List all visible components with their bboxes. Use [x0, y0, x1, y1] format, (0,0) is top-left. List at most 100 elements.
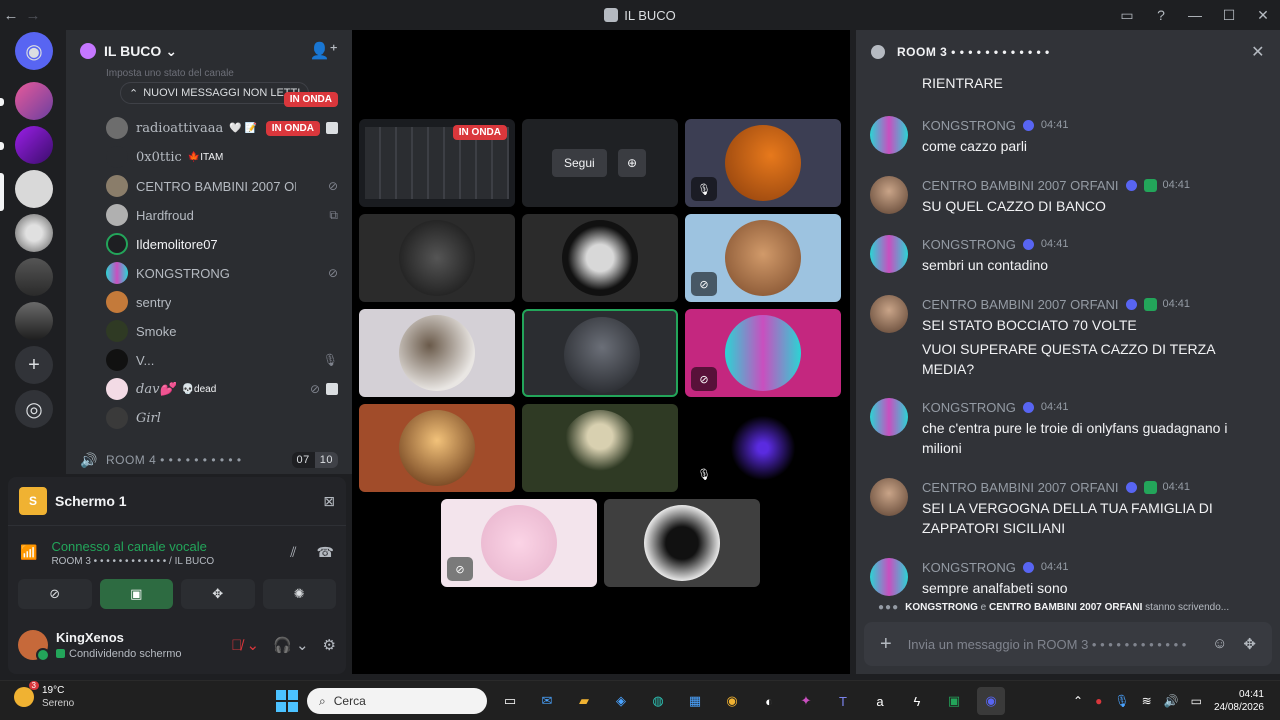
voice-member[interactable]: 0x0ttic 🍁ITAM [106, 144, 338, 170]
video-tile[interactable]: ⊘ [685, 309, 841, 397]
server-icon-2[interactable] [15, 126, 53, 164]
mute-mic-icon[interactable]: 🎙̸ ⌄ [231, 636, 259, 654]
amazon-icon[interactable]: a [866, 687, 894, 715]
maximize-icon[interactable]: ☐ [1212, 7, 1246, 24]
avatar[interactable] [870, 478, 908, 516]
message-author[interactable]: CENTRO BAMBINI 2007 ORFANI [922, 480, 1119, 495]
soundboard-button[interactable]: ✺ [262, 579, 336, 609]
minimize-icon[interactable]: — [1178, 7, 1212, 23]
message-author[interactable]: KONGSTRONG [922, 560, 1016, 575]
task-view-icon[interactable]: ▭ [496, 687, 524, 715]
avatar[interactable] [870, 176, 908, 214]
server-icon-4[interactable] [15, 214, 53, 252]
chat-message[interactable]: CENTRO BAMBINI 2007 ORFANI 04:41 SEI LA VE… [870, 478, 1266, 538]
video-tile[interactable] [522, 404, 678, 492]
server-icon-6[interactable] [15, 302, 53, 340]
message-author[interactable]: CENTRO BAMBINI 2007 ORFANI [922, 297, 1119, 312]
video-tile[interactable] [604, 499, 760, 587]
invite-member-icon[interactable]: 👤⁺ [310, 41, 338, 61]
battery-icon[interactable]: ▭ [1191, 694, 1202, 708]
close-chat-icon[interactable]: ✕ [1251, 42, 1265, 62]
add-server-icon[interactable]: + [15, 346, 53, 384]
settings-gear-icon[interactable]: ⚙ [323, 636, 336, 654]
voice-member[interactable]: dav💕 💀dead ⊘ [106, 376, 338, 402]
message-author[interactable]: KONGSTRONG [922, 118, 1016, 133]
weather-widget[interactable]: 3 19°C Sereno [14, 681, 74, 709]
back-arrow-icon[interactable]: ← [0, 7, 22, 24]
stream-tile[interactable]: IN ONDA [359, 119, 515, 207]
video-tile[interactable] [359, 404, 515, 492]
voice-member[interactable]: V... 🎙 [106, 347, 338, 373]
steam-icon[interactable]: ◐ [755, 687, 783, 715]
camera-off-button[interactable]: ⊘ [18, 579, 92, 609]
avatar[interactable] [870, 235, 908, 273]
avatar[interactable] [870, 295, 908, 333]
emoji-icon[interactable]: ☺ [1212, 635, 1227, 653]
channel-status-hint[interactable]: Imposta uno stato del canale [106, 68, 234, 79]
follow-stream-button[interactable]: Segui [552, 149, 607, 177]
avatar[interactable] [870, 116, 908, 154]
screen-share-button[interactable]: ▣ [99, 579, 173, 609]
chat-message[interactable]: KONGSTRONG 04:41 sembri un contadino [870, 235, 1266, 275]
voice-status[interactable]: Connesso al canale vocale [51, 539, 214, 554]
clock[interactable]: 04:41 24/08/2026 [1214, 688, 1264, 714]
wifi-icon[interactable]: ≋ [1142, 694, 1152, 708]
server-header[interactable]: IL BUCO ⌄ 👤⁺ [66, 30, 352, 72]
voice-member[interactable]: CENTRO BAMBINI 2007 ORFA... ⊘ [106, 173, 338, 199]
message-composer[interactable]: + Invia un messaggio in ROOM 3 • • • • •… [864, 622, 1272, 666]
voice-member[interactable]: KONGSTRONG ⊘ [106, 260, 338, 286]
watch-stream-icon[interactable]: ⊕ [618, 149, 646, 177]
add-attachment-icon[interactable]: + [880, 633, 892, 656]
server-icon-il-buco[interactable] [15, 170, 53, 208]
discord-taskbar-icon[interactable]: ◉ [977, 687, 1005, 715]
voice-member[interactable]: Ildemolitore07 [106, 231, 338, 257]
chrome-icon[interactable]: ◉ [718, 687, 746, 715]
voice-member[interactable]: Smoke [106, 318, 338, 344]
explore-servers-icon[interactable]: ◎ [15, 390, 53, 428]
volume-icon[interactable]: 🔊 [1164, 694, 1179, 708]
video-tile[interactable] [359, 309, 515, 397]
voice-member[interactable]: Girl [106, 405, 338, 431]
server-icon-5[interactable] [15, 258, 53, 296]
start-menu-icon[interactable] [276, 690, 298, 712]
video-tile[interactable] [359, 214, 515, 302]
server-icon-1[interactable] [15, 82, 53, 120]
signal-icon[interactable]: 📶 [20, 544, 37, 561]
dropbox-icon[interactable]: ◈ [607, 687, 635, 715]
voice-channel-label[interactable]: ROOM 3 • • • • • • • • • • • • / IL BUCO [51, 556, 214, 567]
voice-member[interactable]: Hardfroud ⧉ [106, 202, 338, 228]
message-input[interactable]: Invia un messaggio in ROOM 3 • • • • • •… [908, 637, 1187, 652]
video-tile-speaking[interactable] [522, 309, 678, 397]
noise-suppression-icon[interactable]: ⫽ [290, 544, 296, 561]
chat-message[interactable]: KONGSTRONG 04:41 come cazzo parli [870, 116, 1266, 156]
avatar[interactable] [18, 630, 50, 662]
tray-app-icon[interactable]: ● [1095, 694, 1102, 708]
chevron-up-icon[interactable]: ⌃ [1073, 694, 1083, 708]
video-tile[interactable]: 🎙 [685, 404, 841, 492]
chat-message[interactable]: KONGSTRONG 04:41 che c'entra pure le troie… [870, 398, 1266, 458]
video-tile[interactable]: ⊘ [685, 214, 841, 302]
video-tile[interactable]: ⊘ [441, 499, 597, 587]
taskbar-search[interactable]: ⌕ Cerca [307, 688, 487, 714]
avatar[interactable] [870, 558, 908, 596]
video-tile[interactable]: 🎙 [685, 119, 841, 207]
bolt-app-icon[interactable]: ϟ [903, 687, 931, 715]
message-author[interactable]: CENTRO BAMBINI 2007 ORFANI [922, 178, 1119, 193]
help-icon[interactable]: ? [1144, 7, 1178, 23]
headphones-icon[interactable]: 🎧 ⌄ [273, 636, 308, 654]
copilot-icon[interactable]: ✦ [792, 687, 820, 715]
store-icon[interactable]: ▦ [681, 687, 709, 715]
teams-icon[interactable]: T [829, 687, 857, 715]
edge-icon[interactable]: ◍ [644, 687, 672, 715]
stop-stream-icon[interactable]: ⊠ [323, 493, 335, 510]
chat-message[interactable]: CENTRO BAMBINI 2007 ORFANI 04:41 SU QUEL C… [870, 176, 1266, 216]
discord-home-icon[interactable]: ◉ [15, 32, 53, 70]
android-app-icon[interactable]: ▣ [940, 687, 968, 715]
username[interactable]: KingXenos [56, 630, 182, 645]
voice-channel-room-4[interactable]: 🔊 ROOM 4 • • • • • • • • • • 07 10 [80, 449, 338, 471]
disconnect-icon[interactable]: ☎ [317, 544, 334, 561]
voice-member[interactable]: IN ONDA [106, 86, 338, 112]
voice-member[interactable]: sentry [106, 289, 338, 315]
voice-member[interactable]: radioattivaaa 🤍 📝 IN ONDA [106, 115, 338, 141]
file-explorer-icon[interactable]: ▰ [570, 687, 598, 715]
